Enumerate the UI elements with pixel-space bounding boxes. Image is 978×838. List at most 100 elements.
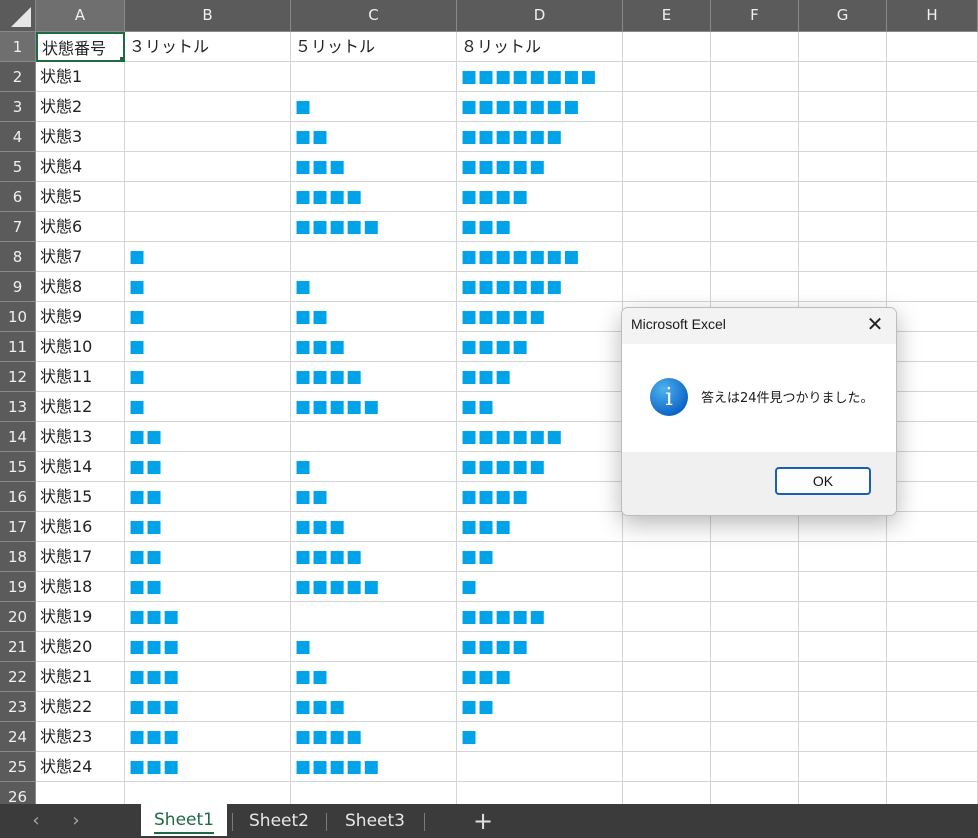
cell-c25[interactable]: ■■■■■ [291, 752, 457, 782]
cell-a12[interactable]: 状態11 [36, 362, 125, 392]
cell-g1[interactable] [799, 32, 887, 62]
cell-a7[interactable]: 状態6 [36, 212, 125, 242]
cell-h6[interactable] [887, 182, 978, 212]
cell-e4[interactable] [623, 122, 711, 152]
cell-h18[interactable] [887, 542, 978, 572]
cell-a21[interactable]: 状態20 [36, 632, 125, 662]
cell-d3[interactable]: ■■■■■■■ [457, 92, 623, 122]
cell-g2[interactable] [799, 62, 887, 92]
cell-d20[interactable]: ■■■■■ [457, 602, 623, 632]
cell-g20[interactable] [799, 602, 887, 632]
cell-a20[interactable]: 状態19 [36, 602, 125, 632]
cell-h20[interactable] [887, 602, 978, 632]
row-header[interactable]: 24 [0, 722, 36, 752]
cell-d18[interactable]: ■■ [457, 542, 623, 572]
cell-b5[interactable] [125, 152, 291, 182]
cell-f25[interactable] [711, 752, 799, 782]
cell-e8[interactable] [623, 242, 711, 272]
tab-sheet2[interactable]: Sheet2 [238, 804, 320, 838]
row-header[interactable]: 1 [0, 32, 36, 62]
cell-c6[interactable]: ■■■■ [291, 182, 457, 212]
cell-c7[interactable]: ■■■■■ [291, 212, 457, 242]
cell-g8[interactable] [799, 242, 887, 272]
cell-e25[interactable] [623, 752, 711, 782]
cell-d2[interactable]: ■■■■■■■■ [457, 62, 623, 92]
cell-h7[interactable] [887, 212, 978, 242]
cell-c14[interactable] [291, 422, 457, 452]
row-header[interactable]: 16 [0, 482, 36, 512]
cell-d13[interactable]: ■■ [457, 392, 623, 422]
cell-c1[interactable]: ５リットル [291, 32, 457, 62]
cell-e20[interactable] [623, 602, 711, 632]
cell-f24[interactable] [711, 722, 799, 752]
cell-b22[interactable]: ■■■ [125, 662, 291, 692]
row-header[interactable]: 26 [0, 782, 36, 804]
cell-c13[interactable]: ■■■■■ [291, 392, 457, 422]
cell-b10[interactable]: ■ [125, 302, 291, 332]
cell-f6[interactable] [711, 182, 799, 212]
cell-g3[interactable] [799, 92, 887, 122]
cell-d7[interactable]: ■■■ [457, 212, 623, 242]
row-header[interactable]: 23 [0, 692, 36, 722]
cell-a18[interactable]: 状態17 [36, 542, 125, 572]
cell-e26[interactable] [623, 782, 711, 804]
cell-d17[interactable]: ■■■ [457, 512, 623, 542]
cell-a22[interactable]: 状態21 [36, 662, 125, 692]
cell-b8[interactable]: ■ [125, 242, 291, 272]
cell-h9[interactable] [887, 272, 978, 302]
cell-e22[interactable] [623, 662, 711, 692]
cell-h21[interactable] [887, 632, 978, 662]
cell-e9[interactable] [623, 272, 711, 302]
cell-b20[interactable]: ■■■ [125, 602, 291, 632]
row-header[interactable]: 20 [0, 602, 36, 632]
cell-c16[interactable]: ■■ [291, 482, 457, 512]
row-header[interactable]: 3 [0, 92, 36, 122]
column-header-f[interactable]: F [711, 0, 799, 32]
cell-f26[interactable] [711, 782, 799, 804]
cell-a14[interactable]: 状態13 [36, 422, 125, 452]
row-header[interactable]: 14 [0, 422, 36, 452]
cell-a13[interactable]: 状態12 [36, 392, 125, 422]
cell-h23[interactable] [887, 692, 978, 722]
cell-g25[interactable] [799, 752, 887, 782]
cell-h5[interactable] [887, 152, 978, 182]
cell-a9[interactable]: 状態8 [36, 272, 125, 302]
cell-d15[interactable]: ■■■■■ [457, 452, 623, 482]
cell-g5[interactable] [799, 152, 887, 182]
tab-sheet3[interactable]: Sheet3 [332, 804, 418, 838]
row-header[interactable]: 21 [0, 632, 36, 662]
cell-c22[interactable]: ■■ [291, 662, 457, 692]
column-header-g[interactable]: G [799, 0, 887, 32]
cell-d1[interactable]: ８リットル [457, 32, 623, 62]
cell-d22[interactable]: ■■■ [457, 662, 623, 692]
cell-c23[interactable]: ■■■ [291, 692, 457, 722]
cell-c17[interactable]: ■■■ [291, 512, 457, 542]
cell-g21[interactable] [799, 632, 887, 662]
cell-f22[interactable] [711, 662, 799, 692]
cell-b7[interactable] [125, 212, 291, 242]
cell-g6[interactable] [799, 182, 887, 212]
cell-a26[interactable] [36, 782, 125, 804]
prev-sheet-icon[interactable]: ‹ [24, 810, 48, 832]
cell-g23[interactable] [799, 692, 887, 722]
cell-h2[interactable] [887, 62, 978, 92]
cell-b4[interactable] [125, 122, 291, 152]
cell-h24[interactable] [887, 722, 978, 752]
cell-c10[interactable]: ■■ [291, 302, 457, 332]
cell-d14[interactable]: ■■■■■■ [457, 422, 623, 452]
cell-h10[interactable] [887, 302, 978, 332]
cell-e21[interactable] [623, 632, 711, 662]
cell-e5[interactable] [623, 152, 711, 182]
cell-c21[interactable]: ■ [291, 632, 457, 662]
cell-f7[interactable] [711, 212, 799, 242]
cell-c18[interactable]: ■■■■ [291, 542, 457, 572]
cell-e24[interactable] [623, 722, 711, 752]
row-header[interactable]: 25 [0, 752, 36, 782]
cell-g9[interactable] [799, 272, 887, 302]
cell-f21[interactable] [711, 632, 799, 662]
row-header[interactable]: 10 [0, 302, 36, 332]
cell-h1[interactable] [887, 32, 978, 62]
cell-e17[interactable] [623, 512, 711, 542]
cell-a19[interactable]: 状態18 [36, 572, 125, 602]
cell-g18[interactable] [799, 542, 887, 572]
